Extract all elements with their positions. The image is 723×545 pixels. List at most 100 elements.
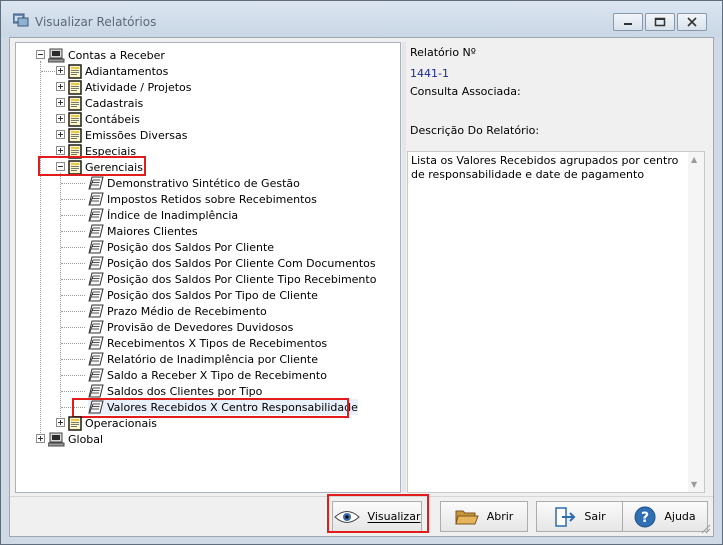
computer-icon: [48, 432, 65, 447]
report-item-label: Posição dos Saldos Por Cliente: [107, 240, 275, 254]
tree-node-contabeis[interactable]: Contábeis: [68, 111, 140, 127]
report-icon: [88, 288, 104, 302]
folder-icon: [68, 144, 82, 159]
tree-node-adiantamentos[interactable]: Adiantamentos: [68, 63, 168, 79]
report-icon: [88, 352, 104, 366]
expand-toggle-contas-a-receber[interactable]: [36, 50, 45, 59]
folder-icon: [68, 160, 82, 175]
tree-node-contas-a-receber[interactable]: Contas a Receber: [48, 47, 165, 63]
client-area: Contas a Receber Adiantamentos Atividade…: [9, 37, 714, 537]
splitter[interactable]: [402, 42, 406, 493]
tree-node-especiais[interactable]: Especiais: [68, 143, 136, 159]
minimize-icon: [624, 23, 632, 25]
report-item[interactable]: Posição dos Saldos Por Tipo de Cliente: [88, 287, 318, 303]
report-tree[interactable]: Contas a Receber Adiantamentos Atividade…: [15, 42, 401, 493]
report-item[interactable]: Maiores Clientes: [88, 223, 198, 239]
report-item[interactable]: Recebimentos X Tipos de Recebimentos: [88, 335, 327, 351]
report-item[interactable]: Impostos Retidos sobre Recebimentos: [88, 191, 317, 207]
description-label: Descrição Do Relatório:: [410, 124, 540, 137]
collapse-toggle-gerenciais[interactable]: [56, 162, 65, 171]
tree-node-atividade-projetos[interactable]: Atividade / Projetos: [68, 79, 192, 95]
tree-node-label: Adiantamentos: [85, 64, 169, 78]
report-icon: [88, 240, 104, 254]
report-icon: [88, 400, 104, 414]
description-box[interactable]: Lista os Valores Recebidos agrupados por…: [407, 151, 705, 493]
expand-toggle-operacionais[interactable]: [56, 418, 65, 427]
report-item[interactable]: Posição dos Saldos Por Cliente: [88, 239, 274, 255]
window-title: Visualizar Relatórios: [35, 15, 157, 29]
folder-icon: [68, 112, 82, 127]
title-bar[interactable]: Visualizar Relatórios: [1, 1, 722, 37]
minimize-button[interactable]: [613, 13, 643, 31]
tree-node-label: Cadastrais: [85, 96, 144, 110]
report-icon: [88, 384, 104, 398]
computer-icon: [48, 48, 65, 63]
report-item-label: Prazo Médio de Recebimento: [107, 304, 267, 318]
close-button[interactable]: [677, 13, 707, 31]
report-item-label: Relatório de Inadimplência por Cliente: [107, 352, 318, 366]
report-item-label: Recebimentos X Tipos de Recebimentos: [107, 336, 328, 350]
tree-node-global[interactable]: Global: [48, 431, 103, 447]
report-item[interactable]: Saldos dos Clientes por Tipo: [88, 383, 262, 399]
expand-toggle-cadastrais[interactable]: [56, 98, 65, 107]
visualizar-button[interactable]: Visualizar: [332, 501, 422, 532]
report-item-label: Saldos dos Clientes por Tipo: [107, 384, 263, 398]
folder-icon: [68, 416, 82, 431]
report-item[interactable]: Prazo Médio de Recebimento: [88, 303, 267, 319]
scroll-up-icon[interactable]: ▲: [691, 155, 697, 164]
report-item[interactable]: Provisão de Devedores Duvidosos: [88, 319, 293, 335]
report-item[interactable]: Posição dos Saldos Por Cliente Tipo Rece…: [88, 271, 376, 287]
expand-toggle-emissoes-diversas[interactable]: [56, 130, 65, 139]
tree-node-gerenciais[interactable]: Gerenciais: [68, 159, 143, 175]
report-icon: [88, 208, 104, 222]
close-icon: [687, 17, 697, 27]
report-item[interactable]: Posição dos Saldos Por Cliente Com Docum…: [88, 255, 376, 271]
tree-node-cadastrais[interactable]: Cadastrais: [68, 95, 143, 111]
report-icon: [88, 368, 104, 382]
report-item-label: Valores Recebidos X Centro Responsabilid…: [107, 400, 358, 414]
report-icon: [88, 304, 104, 318]
expand-toggle-global[interactable]: [36, 434, 45, 443]
tree-node-label: Operacionais: [85, 416, 158, 430]
report-icon: [88, 192, 104, 206]
tree-node-label: Atividade / Projetos: [85, 80, 192, 94]
expand-toggle-adiantamentos[interactable]: [56, 66, 65, 75]
sair-button[interactable]: Sair: [536, 501, 624, 532]
button-bar: Visualizar Abrir Sair ? Ajuda: [10, 494, 713, 536]
report-icon: [88, 336, 104, 350]
report-icon: [88, 272, 104, 286]
resize-grip-icon[interactable]: [699, 522, 711, 534]
tree-node-label: Contábeis: [85, 112, 140, 126]
expand-toggle-contabeis[interactable]: [56, 114, 65, 123]
associated-query-label: Consulta Associada:: [410, 85, 521, 98]
svg-text:?: ?: [641, 510, 649, 526]
maximize-button[interactable]: [645, 13, 675, 31]
folder-open-icon: [455, 510, 479, 524]
tree-node-label: Global: [68, 432, 104, 446]
ajuda-button[interactable]: ? Ajuda: [622, 501, 708, 532]
folder-icon: [68, 64, 82, 79]
report-viewer-window: Visualizar Relatórios Contas a Receber A…: [0, 0, 723, 545]
report-number-value: 1441-1: [410, 67, 449, 80]
report-icon: [88, 256, 104, 270]
expand-toggle-atividade-projetos[interactable]: [56, 82, 65, 91]
report-item[interactable]: Saldo a Receber X Tipo de Recebimento: [88, 367, 327, 383]
tree-node-emissoes-diversas[interactable]: Emissões Diversas: [68, 127, 187, 143]
report-number-label: Relatório Nº: [410, 46, 476, 59]
report-item-label: Posição dos Saldos Por Tipo de Cliente: [107, 288, 318, 302]
expand-toggle-especiais[interactable]: [56, 146, 65, 155]
report-item[interactable]: Demonstrativo Sintético de Gestão: [88, 175, 300, 191]
report-item-label: Impostos Retidos sobre Recebimentos: [107, 192, 317, 206]
report-item[interactable]: Relatório de Inadimplência por Cliente: [88, 351, 318, 367]
report-item-selected[interactable]: Valores Recebidos X Centro Responsabilid…: [88, 399, 358, 415]
abrir-button[interactable]: Abrir: [440, 501, 528, 532]
tree-node-operacionais[interactable]: Operacionais: [68, 415, 157, 431]
description-text: Lista os Valores Recebidos agrupados por…: [411, 154, 679, 181]
abrir-label: Abrir: [486, 510, 514, 523]
report-icon: [88, 176, 104, 190]
report-item[interactable]: Índice de Inadimplência: [88, 207, 238, 223]
report-item-label: Maiores Clientes: [107, 224, 198, 238]
scroll-down-icon[interactable]: ▼: [691, 480, 697, 489]
description-scrollbar[interactable]: ▲ ▼: [688, 152, 704, 492]
folder-icon: [68, 128, 82, 143]
